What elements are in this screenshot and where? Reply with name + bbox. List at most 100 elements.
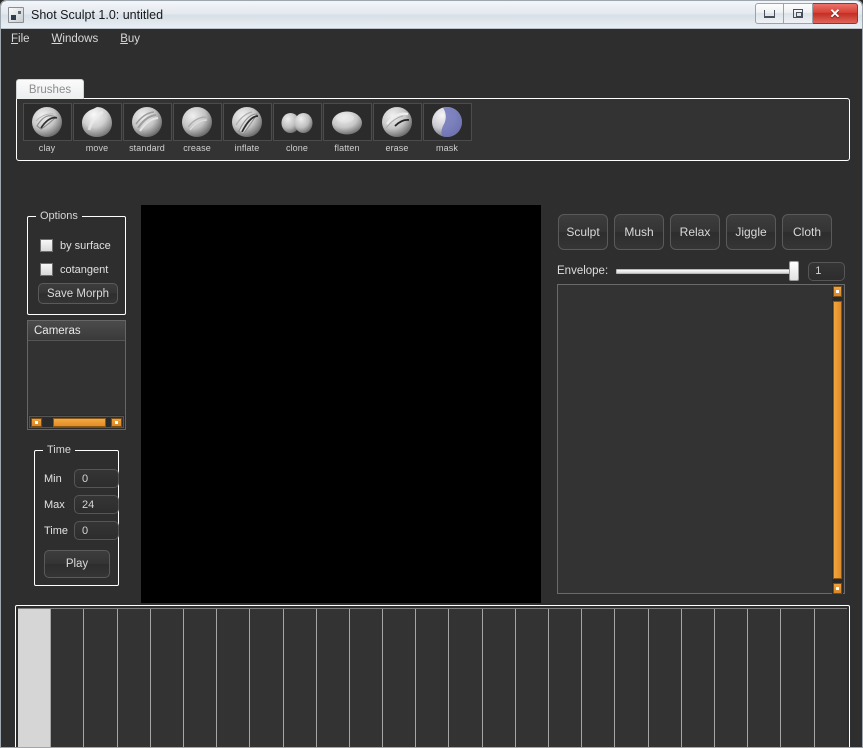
menu-item-file[interactable]: File [11, 33, 30, 45]
timeline-frame-cell[interactable] [250, 609, 283, 748]
tab-relax[interactable]: Relax [670, 214, 720, 250]
tab-sculpt-label: Sculpt [566, 225, 599, 239]
timeline-frame-cell[interactable] [84, 609, 117, 748]
envelope-slider[interactable] [616, 262, 798, 280]
brush-item-mask[interactable]: mask [422, 103, 472, 154]
checkbox-cotangent-box[interactable] [40, 263, 53, 276]
tab-jiggle[interactable]: Jiggle [726, 214, 776, 250]
brush-item-clone[interactable]: clone [272, 103, 322, 154]
menu-item-windows[interactable]: Windows [52, 33, 99, 45]
envelope-value-input[interactable]: 1 [808, 262, 845, 281]
time-max-row: Max 24 [44, 495, 119, 514]
minimize-button[interactable] [755, 3, 784, 24]
layers-scroll-track[interactable] [833, 297, 842, 583]
cameras-list[interactable] [28, 341, 125, 415]
timeline-frame-cell[interactable] [350, 609, 383, 748]
maximize-icon [793, 9, 803, 18]
checkbox-by-surface[interactable]: by surface [40, 239, 111, 252]
timeline-frame-cell[interactable] [748, 609, 781, 748]
scroll-right-icon[interactable] [111, 418, 122, 427]
timeline-frame-cell[interactable] [217, 609, 250, 748]
timeline-frame-cell[interactable] [284, 609, 317, 748]
scroll-up-icon[interactable] [833, 286, 842, 297]
options-group-title: Options [36, 210, 82, 222]
move-brush-sphere-icon [73, 103, 122, 141]
tab-mush[interactable]: Mush [614, 214, 664, 250]
brush-item-standard[interactable]: standard [122, 103, 172, 154]
crease-brush-sphere-icon [173, 103, 222, 141]
timeline-frame-cell[interactable] [449, 609, 482, 748]
brush-item-erase[interactable]: erase [372, 103, 422, 154]
timeline-frame-cell[interactable] [715, 609, 748, 748]
maximize-button[interactable] [784, 3, 813, 24]
time-min-input[interactable]: 0 [74, 469, 119, 488]
timeline-frame-cell[interactable] [18, 609, 51, 748]
brush-label: inflate [235, 143, 260, 154]
timeline-frame-cell[interactable] [51, 609, 84, 748]
timeline-frame-cell[interactable] [615, 609, 648, 748]
envelope-slider-track[interactable] [616, 269, 798, 274]
3d-viewport[interactable] [141, 205, 541, 603]
scroll-left-icon[interactable] [31, 418, 42, 427]
brush-item-move[interactable]: move [72, 103, 122, 154]
application-window: Shot Sculpt 1.0: untitled ✕ File Windows… [0, 0, 863, 748]
mode-tab-bar: Sculpt Mush Relax Jiggle Cloth [558, 214, 832, 250]
timeline-frame-cell[interactable] [781, 609, 814, 748]
timeline-frame-cell[interactable] [151, 609, 184, 748]
timeline-frame-cell[interactable] [483, 609, 516, 748]
brush-label: mask [436, 143, 458, 154]
time-current-input[interactable]: 0 [74, 521, 119, 540]
brush-strip: clay move [22, 103, 472, 154]
brush-label: crease [183, 143, 211, 154]
cameras-horizontal-scrollbar[interactable] [29, 416, 124, 428]
cameras-panel: Cameras [27, 320, 126, 430]
play-button[interactable]: Play [44, 550, 110, 578]
timeline-frame-cell[interactable] [118, 609, 151, 748]
tab-brushes[interactable]: Brushes [16, 79, 84, 99]
timeline-frame-cell[interactable] [682, 609, 715, 748]
minimize-icon [764, 10, 775, 18]
brush-item-crease[interactable]: crease [172, 103, 222, 154]
checkbox-by-surface-box[interactable] [40, 239, 53, 252]
cameras-scroll-thumb[interactable] [53, 418, 106, 427]
cameras-scroll-track[interactable] [43, 418, 110, 427]
mask-brush-sphere-icon [423, 103, 472, 141]
flatten-brush-sphere-icon [323, 103, 372, 141]
timeline-frame-cell[interactable] [184, 609, 217, 748]
brush-item-clay[interactable]: clay [22, 103, 72, 154]
close-button[interactable]: ✕ [813, 3, 858, 24]
cameras-header: Cameras [28, 321, 125, 341]
envelope-slider-handle[interactable] [789, 261, 799, 281]
close-icon: ✕ [830, 7, 841, 20]
save-morph-label: Save Morph [47, 288, 109, 300]
tab-sculpt[interactable]: Sculpt [558, 214, 608, 250]
time-group-title: Time [43, 444, 75, 456]
app-icon [8, 7, 24, 23]
timeline-frame-cell[interactable] [815, 609, 848, 748]
brush-item-flatten[interactable]: flatten [322, 103, 372, 154]
window-controls: ✕ [755, 3, 858, 24]
timeline-frame-cell[interactable] [317, 609, 350, 748]
client-area: Brushes [1, 50, 863, 748]
menu-item-buy[interactable]: Buy [120, 33, 140, 45]
envelope-label: Envelope: [557, 265, 608, 277]
tab-cloth[interactable]: Cloth [782, 214, 832, 250]
layers-vertical-scrollbar[interactable] [832, 286, 843, 594]
time-current-row: Time 0 [44, 521, 119, 540]
timeline-frame-cell[interactable] [383, 609, 416, 748]
timeline-grid[interactable] [18, 608, 847, 748]
timeline-frame-cell[interactable] [582, 609, 615, 748]
timeline-frame-cell[interactable] [649, 609, 682, 748]
brush-label: erase [385, 143, 408, 154]
scroll-down-icon[interactable] [833, 583, 842, 594]
timeline-frame-cell[interactable] [416, 609, 449, 748]
save-morph-button[interactable]: Save Morph [38, 283, 118, 304]
time-max-input[interactable]: 24 [74, 495, 119, 514]
timeline-frame-cell[interactable] [516, 609, 549, 748]
layers-scroll-thumb[interactable] [833, 301, 842, 579]
time-min-row: Min 0 [44, 469, 119, 488]
timeline-frame-cell[interactable] [549, 609, 582, 748]
layers-list-panel[interactable] [557, 284, 845, 594]
brush-item-inflate[interactable]: inflate [222, 103, 272, 154]
checkbox-cotangent[interactable]: cotangent [40, 263, 108, 276]
